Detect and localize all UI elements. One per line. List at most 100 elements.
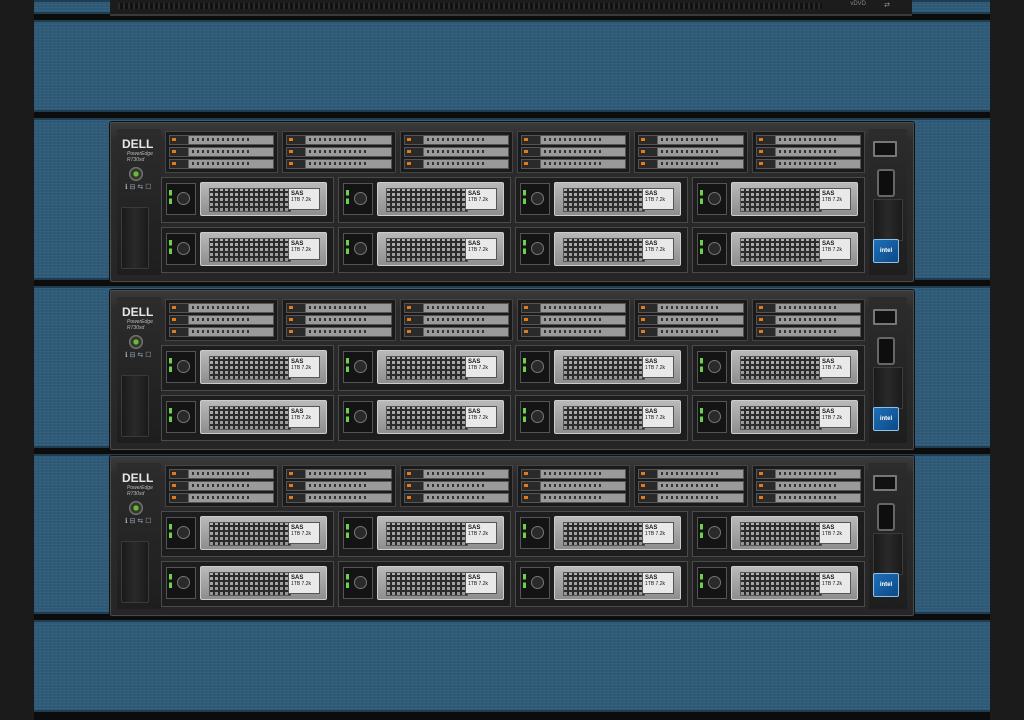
rack-handle-left[interactable] (121, 541, 149, 603)
small-drive-bay[interactable] (634, 465, 748, 507)
drive-bay[interactable]: SAS 1TB 7.2k (692, 395, 865, 441)
drive-carrier[interactable]: SAS 1TB 7.2k (377, 232, 504, 266)
drive-latch[interactable] (697, 567, 727, 599)
small-drive-bay[interactable] (517, 131, 631, 173)
drive-latch[interactable] (520, 567, 550, 599)
small-drive-bay[interactable] (165, 131, 279, 173)
rack-handle-right[interactable] (873, 533, 903, 575)
small-drive-bay[interactable] (282, 299, 396, 341)
drive-bay[interactable]: SAS 1TB 7.2k (692, 345, 865, 391)
drive-latch[interactable] (343, 351, 373, 383)
drive-latch[interactable] (697, 233, 727, 265)
small-drive-bay[interactable] (165, 465, 279, 507)
vga-port-icon[interactable] (877, 169, 895, 197)
drive-bay[interactable]: SAS 1TB 7.2k (515, 561, 688, 607)
server-chassis[interactable]: DELL PowerEdge R730xd ℹ ⊟ ⇆ ☐ SAS 1TB 7.… (110, 290, 914, 450)
small-drive-bay[interactable] (517, 299, 631, 341)
release-button[interactable] (531, 360, 544, 373)
vga-port-icon[interactable] (877, 337, 895, 365)
drive-bay[interactable]: SAS 1TB 7.2k (161, 395, 334, 441)
small-drive-bay[interactable] (282, 465, 396, 507)
drive-latch[interactable] (520, 183, 550, 215)
drive-bay[interactable]: SAS 1TB 7.2k (515, 227, 688, 273)
drive-latch[interactable] (520, 517, 550, 549)
drive-bay[interactable]: SAS 1TB 7.2k (515, 511, 688, 557)
drive-bay[interactable]: SAS 1TB 7.2k (338, 511, 511, 557)
drive-bay[interactable]: SAS 1TB 7.2k (692, 227, 865, 273)
drive-carrier[interactable]: SAS 1TB 7.2k (731, 182, 858, 216)
release-button[interactable] (708, 526, 721, 539)
release-button[interactable] (708, 576, 721, 589)
small-drive-bay[interactable] (751, 299, 865, 341)
release-button[interactable] (177, 242, 190, 255)
drive-bay[interactable]: SAS 1TB 7.2k (161, 345, 334, 391)
drive-carrier[interactable]: SAS 1TB 7.2k (377, 182, 504, 216)
drive-latch[interactable] (166, 351, 196, 383)
drive-carrier[interactable]: SAS 1TB 7.2k (731, 566, 858, 600)
drive-bay[interactable]: SAS 1TB 7.2k (161, 511, 334, 557)
drive-carrier[interactable]: SAS 1TB 7.2k (200, 350, 327, 384)
drive-latch[interactable] (343, 233, 373, 265)
drive-carrier[interactable]: SAS 1TB 7.2k (731, 232, 858, 266)
release-button[interactable] (354, 242, 367, 255)
drive-bay[interactable]: SAS 1TB 7.2k (692, 511, 865, 557)
drive-carrier[interactable]: SAS 1TB 7.2k (731, 516, 858, 550)
small-drive-bay[interactable] (751, 131, 865, 173)
drive-latch[interactable] (520, 233, 550, 265)
drive-carrier[interactable]: SAS 1TB 7.2k (200, 566, 327, 600)
release-button[interactable] (177, 192, 190, 205)
rack-handle-right[interactable] (873, 367, 903, 409)
release-button[interactable] (708, 192, 721, 205)
drive-latch[interactable] (697, 401, 727, 433)
release-button[interactable] (177, 576, 190, 589)
release-button[interactable] (531, 576, 544, 589)
drive-latch[interactable] (166, 401, 196, 433)
small-drive-bay[interactable] (282, 131, 396, 173)
drive-carrier[interactable]: SAS 1TB 7.2k (554, 516, 681, 550)
usb-port-icon[interactable] (873, 141, 897, 157)
release-button[interactable] (177, 410, 190, 423)
drive-bay[interactable]: SAS 1TB 7.2k (161, 227, 334, 273)
release-button[interactable] (354, 576, 367, 589)
drive-carrier[interactable]: SAS 1TB 7.2k (554, 400, 681, 434)
small-drive-bay[interactable] (165, 299, 279, 341)
server-chassis[interactable]: DELL PowerEdge R730xd ℹ ⊟ ⇆ ☐ SAS 1TB 7.… (110, 122, 914, 282)
drive-carrier[interactable]: SAS 1TB 7.2k (554, 350, 681, 384)
release-button[interactable] (708, 410, 721, 423)
server-chassis[interactable]: DELL PowerEdge R730xd ℹ ⊟ ⇆ ☐ SAS 1TB 7.… (110, 456, 914, 616)
small-drive-bay[interactable] (399, 131, 513, 173)
drive-carrier[interactable]: SAS 1TB 7.2k (377, 516, 504, 550)
drive-latch[interactable] (166, 183, 196, 215)
drive-bay[interactable]: SAS 1TB 7.2k (515, 395, 688, 441)
drive-latch[interactable] (343, 183, 373, 215)
drive-bay[interactable]: SAS 1TB 7.2k (338, 561, 511, 607)
drive-carrier[interactable]: SAS 1TB 7.2k (200, 516, 327, 550)
drive-carrier[interactable]: SAS 1TB 7.2k (200, 182, 327, 216)
drive-bay[interactable]: SAS 1TB 7.2k (338, 177, 511, 223)
drive-latch[interactable] (697, 183, 727, 215)
drive-latch[interactable] (166, 567, 196, 599)
release-button[interactable] (531, 242, 544, 255)
power-button-icon[interactable] (129, 167, 143, 181)
small-drive-bay[interactable] (399, 465, 513, 507)
drive-latch[interactable] (343, 567, 373, 599)
drive-carrier[interactable]: SAS 1TB 7.2k (377, 350, 504, 384)
release-button[interactable] (531, 410, 544, 423)
drive-bay[interactable]: SAS 1TB 7.2k (161, 561, 334, 607)
release-button[interactable] (354, 410, 367, 423)
release-button[interactable] (177, 526, 190, 539)
drive-latch[interactable] (166, 233, 196, 265)
drive-carrier[interactable]: SAS 1TB 7.2k (377, 566, 504, 600)
release-button[interactable] (354, 526, 367, 539)
drive-bay[interactable]: SAS 1TB 7.2k (692, 561, 865, 607)
power-button-icon[interactable] (129, 335, 143, 349)
usb-port-icon[interactable] (873, 475, 897, 491)
drive-latch[interactable] (343, 517, 373, 549)
drive-bay[interactable]: SAS 1TB 7.2k (692, 177, 865, 223)
drive-bay[interactable]: SAS 1TB 7.2k (338, 395, 511, 441)
drive-carrier[interactable]: SAS 1TB 7.2k (554, 232, 681, 266)
release-button[interactable] (708, 360, 721, 373)
drive-bay[interactable]: SAS 1TB 7.2k (338, 227, 511, 273)
rack-handle-right[interactable] (873, 199, 903, 241)
drive-carrier[interactable]: SAS 1TB 7.2k (731, 350, 858, 384)
